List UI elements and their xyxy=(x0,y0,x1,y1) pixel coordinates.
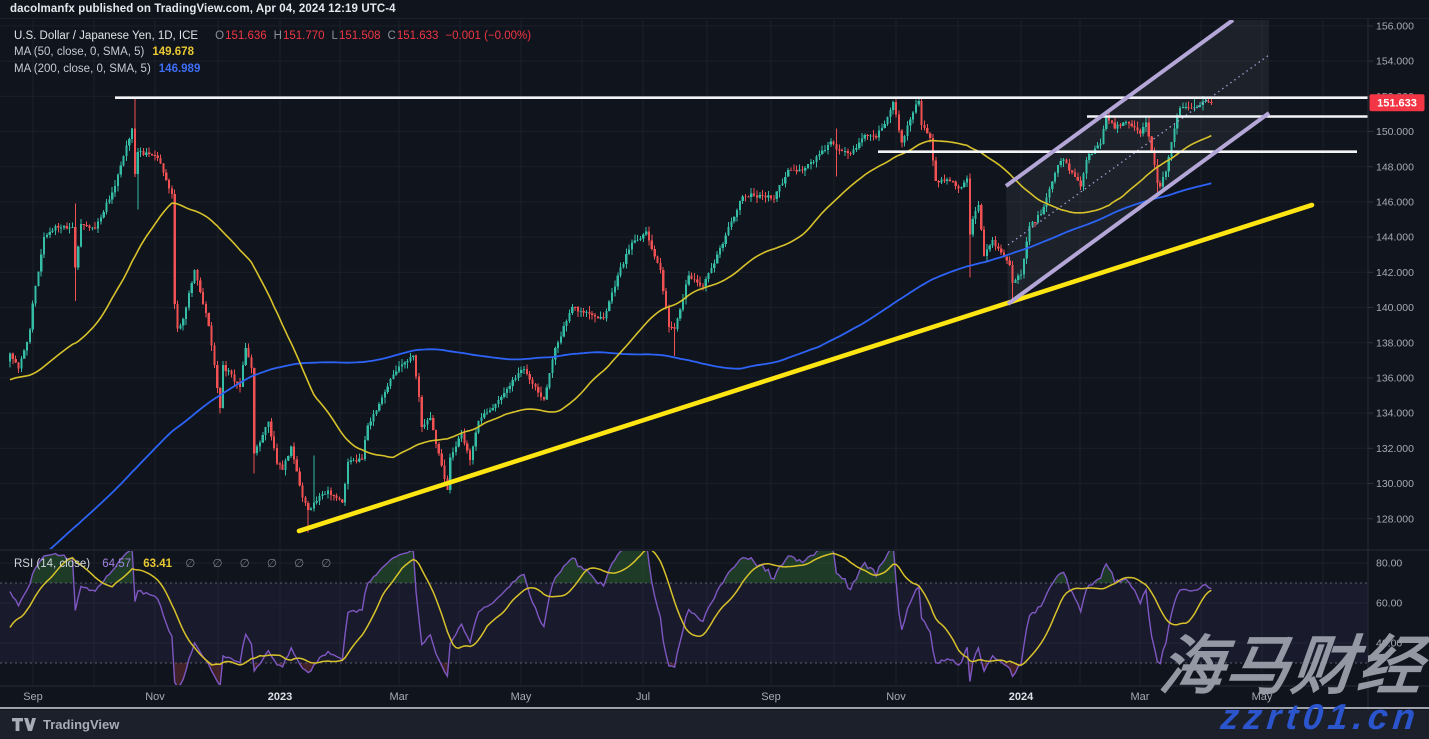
rsi-ma-value: 63.41 xyxy=(143,558,172,570)
change-value: −0.001 (−0.00%) xyxy=(445,30,531,42)
svg-text:Mar: Mar xyxy=(390,691,409,703)
ma50-row[interactable]: MA (50, close, 0, SMA, 5) 149.678 xyxy=(14,44,531,60)
svg-text:146.000: 146.000 xyxy=(1376,197,1414,209)
symbol-title: U.S. Dollar / Japanese Yen, 1D, ICE xyxy=(14,30,198,42)
open-value: 151.636 xyxy=(225,30,267,42)
svg-text:2024: 2024 xyxy=(1009,691,1034,703)
tradingview-logo-icon[interactable] xyxy=(12,717,36,732)
high-letter: H xyxy=(274,30,282,42)
rsi-empty-plots: ∅ ∅ ∅ ∅ ∅ ∅ xyxy=(185,558,338,570)
svg-text:132.000: 132.000 xyxy=(1376,443,1414,455)
svg-text:128.000: 128.000 xyxy=(1376,513,1414,525)
chart-canvas[interactable]: 156.000154.000152.000150.000148.000146.0… xyxy=(0,0,1429,739)
last-price-badge: 151.633 xyxy=(1370,94,1425,111)
ma50-label: MA (50, close, 0, SMA, 5) xyxy=(14,46,144,58)
svg-text:142.000: 142.000 xyxy=(1376,267,1414,279)
svg-text:150.000: 150.000 xyxy=(1376,126,1414,138)
svg-text:154.000: 154.000 xyxy=(1376,56,1414,68)
svg-text:Mar: Mar xyxy=(1131,691,1150,703)
svg-text:80.00: 80.00 xyxy=(1376,558,1402,570)
close-value: 151.633 xyxy=(397,30,439,42)
ma200-label: MA (200, close, 0, SMA, 5) xyxy=(14,63,151,75)
svg-text:2023: 2023 xyxy=(268,691,292,703)
rsi-legend[interactable]: RSI (14, close) 64.57 63.41 ∅ ∅ ∅ ∅ ∅ ∅ xyxy=(14,556,338,570)
rsi-value: 64.57 xyxy=(102,558,131,570)
attribution-text: dacolmanfx published on TradingView.com,… xyxy=(10,3,396,15)
svg-text:130.000: 130.000 xyxy=(1376,478,1414,490)
svg-text:Jul: Jul xyxy=(636,691,650,703)
close-letter: C xyxy=(388,30,396,42)
svg-text:136.000: 136.000 xyxy=(1376,373,1414,385)
main-legend: U.S. Dollar / Japanese Yen, 1D, ICE O 15… xyxy=(14,28,531,77)
svg-text:151.633: 151.633 xyxy=(1377,98,1417,110)
rsi-label: RSI (14, close) xyxy=(14,558,90,570)
svg-text:May: May xyxy=(511,691,532,703)
tradingview-brand-text[interactable]: TradingView xyxy=(43,717,119,732)
tradingview-published-chart: dacolmanfx published on TradingView.com,… xyxy=(0,0,1429,739)
watermark-brand-text: 海马财经 xyxy=(1157,634,1428,698)
ma200-value: 146.989 xyxy=(159,63,201,75)
low-letter: L xyxy=(332,30,338,42)
ma200-row[interactable]: MA (200, close, 0, SMA, 5) 146.989 xyxy=(14,61,531,77)
svg-text:60.00: 60.00 xyxy=(1376,598,1402,610)
svg-text:Nov: Nov xyxy=(145,691,165,703)
svg-text:134.000: 134.000 xyxy=(1376,408,1414,420)
svg-text:148.000: 148.000 xyxy=(1376,161,1414,173)
bottom-separator xyxy=(0,707,1429,710)
ma50-value: 149.678 xyxy=(152,46,194,58)
svg-text:156.000: 156.000 xyxy=(1376,21,1414,33)
high-value: 151.770 xyxy=(283,30,325,42)
low-value: 151.508 xyxy=(339,30,381,42)
svg-text:Sep: Sep xyxy=(761,691,781,703)
svg-text:138.000: 138.000 xyxy=(1376,337,1414,349)
open-letter: O xyxy=(215,30,224,42)
svg-text:Sep: Sep xyxy=(23,691,43,703)
bottom-bar: TradingView xyxy=(0,710,1429,739)
svg-text:144.000: 144.000 xyxy=(1376,232,1414,244)
attribution-bar: dacolmanfx published on TradingView.com,… xyxy=(0,0,1429,18)
watermark-url-text: zzrt01.cn xyxy=(1219,699,1422,735)
symbol-row[interactable]: U.S. Dollar / Japanese Yen, 1D, ICE O 15… xyxy=(14,28,531,44)
svg-text:Nov: Nov xyxy=(886,691,906,703)
svg-text:140.000: 140.000 xyxy=(1376,302,1414,314)
